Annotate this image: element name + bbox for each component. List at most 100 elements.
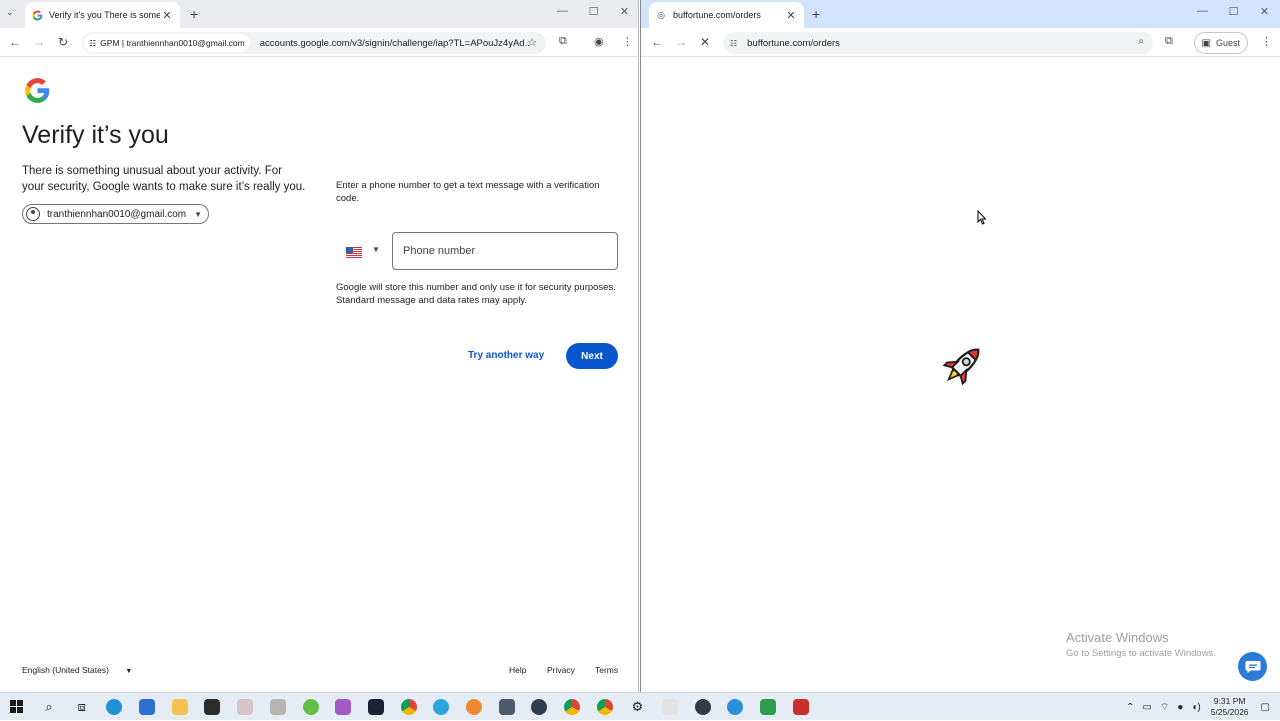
- new-tab-icon[interactable]: +: [812, 6, 820, 22]
- google-favicon-icon: [31, 9, 43, 21]
- language-label: English (United States): [22, 665, 109, 675]
- cast-icon[interactable]: ⧉: [1165, 35, 1173, 48]
- store-icon[interactable]: [131, 693, 164, 721]
- next-button[interactable]: Next: [566, 343, 618, 369]
- guest-profile-button[interactable]: ▣ Guest: [1193, 32, 1248, 54]
- electron-app-icon[interactable]: [686, 693, 719, 721]
- gpm-app-icon[interactable]: [752, 693, 785, 721]
- browser-toolbar: ← → ↻ ☷ GPM | tranthiennhan0010@gmail.co…: [0, 28, 638, 57]
- notification-icon[interactable]: ▢: [1261, 702, 1270, 713]
- try-another-way-button[interactable]: Try another way: [462, 347, 550, 365]
- clock[interactable]: 9:31 PM 5/25/2026: [1211, 696, 1249, 718]
- browser-window-icon[interactable]: [654, 693, 687, 721]
- privacy-link[interactable]: Privacy: [547, 665, 575, 675]
- close-window-icon[interactable]: ✕: [609, 5, 638, 18]
- country-dropdown-icon[interactable]: ▼: [372, 245, 380, 254]
- guest-label: Guest: [1215, 38, 1240, 48]
- page-title: Verify it’s you: [22, 121, 169, 149]
- new-tab-icon[interactable]: +: [190, 6, 198, 22]
- minimize-icon[interactable]: —: [547, 5, 578, 18]
- chrome-active-icon[interactable]: [588, 693, 621, 721]
- account-email: tranthiennhan0010@gmail.com: [47, 208, 187, 220]
- telegram-icon[interactable]: [425, 693, 458, 721]
- menu-icon[interactable]: ⋮: [1261, 35, 1272, 48]
- page-description: There is something unusual about your ac…: [22, 165, 306, 193]
- google-verify-page: Verify it’s you There is something unusu…: [0, 57, 638, 692]
- user-app-icon[interactable]: [719, 693, 752, 721]
- terms-link[interactable]: Terms: [595, 665, 618, 675]
- orders-page: Activate Windows Go to Settings to activ…: [641, 57, 1280, 692]
- task-view-icon[interactable]: ⧈: [65, 693, 98, 721]
- url-text: accounts.google.com/v3/signin/challenge/…: [259, 37, 530, 49]
- left-browser-window: ⌄ Verify it's you There is somethi ✕ + —…: [0, 0, 639, 692]
- tab-close-icon[interactable]: ✕: [160, 9, 174, 22]
- rocket-loader-icon: [936, 340, 988, 397]
- extensions-icon[interactable]: ⧉: [559, 35, 567, 48]
- site-info-icon: ☷: [89, 38, 97, 48]
- activate-windows-watermark: Activate Windows Go to Settings to activ…: [1066, 630, 1216, 659]
- microphone-icon[interactable]: ●: [1177, 702, 1183, 713]
- url-text: buffortune.com/orders: [747, 37, 840, 49]
- globe-favicon-icon: ◎: [657, 9, 665, 20]
- close-window-icon[interactable]: ✕: [1249, 5, 1280, 18]
- app-icon[interactable]: [229, 693, 262, 721]
- tab-search-icon[interactable]: ⌄: [6, 7, 14, 18]
- chrome-profile-icon[interactable]: [556, 693, 589, 721]
- back-icon[interactable]: ←: [3, 35, 27, 49]
- account-chip[interactable]: tranthiennhan0010@gmail.com ▼: [22, 204, 210, 224]
- tab-orders[interactable]: ◎ buffortune.com/orders ✕: [649, 2, 804, 28]
- address-bar[interactable]: ☷ GPM | tranthiennhan0010@gmail.com acco…: [82, 32, 546, 54]
- chevron-down-icon: ▼: [125, 668, 133, 675]
- spotify-like-icon[interactable]: [294, 693, 327, 721]
- forward-icon[interactable]: →: [669, 35, 693, 49]
- windows-logo-icon: [9, 700, 23, 713]
- mail-icon[interactable]: [327, 693, 360, 721]
- search-icon[interactable]: ⌕: [33, 693, 66, 721]
- help-link[interactable]: Help: [509, 665, 526, 675]
- tab-close-icon[interactable]: ✕: [784, 9, 798, 22]
- menu-icon[interactable]: ⋮: [622, 35, 633, 48]
- maximize-icon[interactable]: ☐: [578, 5, 609, 18]
- stop-loading-icon[interactable]: ✕: [693, 35, 717, 49]
- start-button[interactable]: [0, 693, 33, 721]
- gear-icon[interactable]: ⚙: [621, 693, 654, 721]
- time-text: 9:31 PM: [1213, 696, 1246, 706]
- network-app-icon[interactable]: [490, 693, 523, 721]
- back-icon[interactable]: ←: [645, 35, 669, 49]
- profile-chip-label: GPM | tranthiennhan0010@gmail.com: [100, 38, 245, 48]
- network-icon[interactable]: ▭: [1142, 702, 1151, 713]
- terminal-icon[interactable]: [196, 693, 229, 721]
- site-info-icon[interactable]: ☷: [730, 39, 737, 48]
- paint-icon[interactable]: [262, 693, 295, 721]
- tab-title: Verify it's you There is somethi: [49, 10, 160, 20]
- profile-chip[interactable]: ☷ GPM | tranthiennhan0010@gmail.com: [84, 34, 250, 52]
- maximize-icon[interactable]: ☐: [1218, 5, 1249, 18]
- chrome-icon[interactable]: [392, 693, 425, 721]
- tab-strip: ⌄ Verify it's you There is somethi ✕ + —…: [0, 0, 638, 28]
- volume-icon[interactable]: ◖): [1191, 702, 1200, 713]
- google-logo-icon: [24, 77, 51, 109]
- language-selector[interactable]: English (United States) ▼: [22, 665, 132, 675]
- chat-bubble-icon: [1245, 660, 1260, 673]
- file-explorer-icon[interactable]: [163, 693, 196, 721]
- wifi-icon[interactable]: ⌔: [1160, 701, 1169, 714]
- settings-app-icon[interactable]: [523, 693, 556, 721]
- minimize-icon[interactable]: —: [1187, 5, 1218, 18]
- profile-icon[interactable]: ◉: [594, 35, 604, 48]
- chat-support-button[interactable]: [1238, 652, 1267, 681]
- forward-icon[interactable]: →: [27, 35, 51, 49]
- phone-number-input[interactable]: [392, 232, 618, 270]
- brush-app-icon[interactable]: [458, 693, 491, 721]
- tab-title: buffortune.com/orders: [673, 10, 761, 20]
- edge-icon[interactable]: [98, 693, 131, 721]
- mouse-cursor-icon: [977, 209, 987, 230]
- us-flag-icon[interactable]: [346, 245, 362, 258]
- address-bar[interactable]: ☷ buffortune.com/orders ⌕: [723, 32, 1153, 54]
- vector-app-icon[interactable]: [360, 693, 393, 721]
- reload-icon[interactable]: ↻: [51, 35, 75, 49]
- chevron-up-icon[interactable]: ⌃: [1126, 702, 1134, 713]
- gpm-app-2-icon[interactable]: [785, 693, 818, 721]
- zoom-icon[interactable]: ⌕: [1138, 36, 1144, 47]
- tab-verify[interactable]: Verify it's you There is somethi ✕: [25, 2, 180, 28]
- bookmark-star-icon[interactable]: ☆: [527, 36, 537, 49]
